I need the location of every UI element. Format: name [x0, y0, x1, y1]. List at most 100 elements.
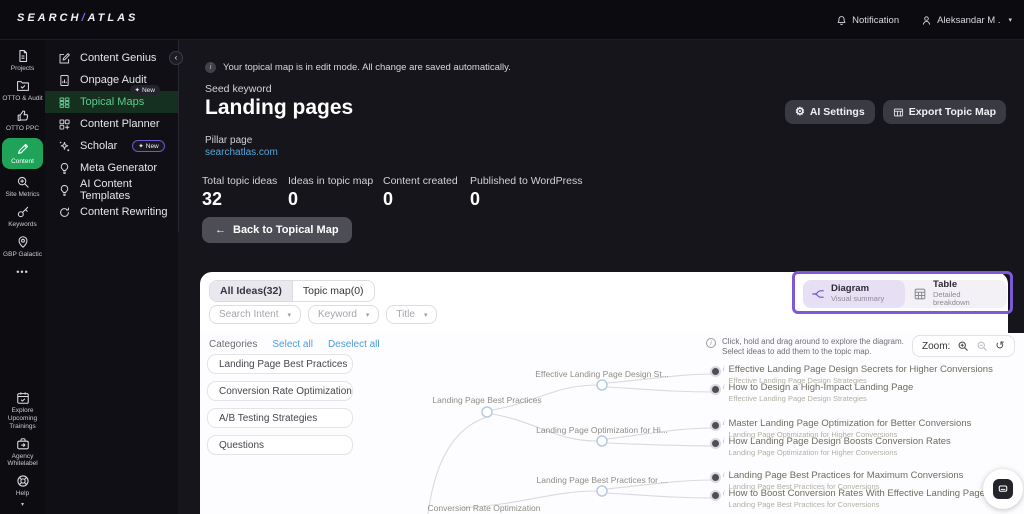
idea-bullet[interactable]	[712, 368, 719, 375]
idea-row[interactable]: i How to Boost Conversion Rates With Eff…	[712, 489, 990, 509]
sidebar-item-label: Content Planner	[80, 118, 160, 130]
sidebar-item-content-genius[interactable]: Content Genius	[45, 47, 178, 69]
stat-label: Content created	[383, 175, 458, 187]
tree-node-label[interactable]: Landing Page Best Practices	[432, 395, 541, 405]
stat-content-created: Content created 0	[383, 175, 458, 210]
idea-bullet[interactable]	[712, 440, 719, 447]
idea-bullet[interactable]	[712, 422, 719, 429]
sidebar-item-meta-generator[interactable]: Meta Generator	[45, 157, 178, 179]
lightbulb-icon	[58, 162, 71, 175]
tree-node-label[interactable]: Effective Landing Page Design St...	[535, 369, 669, 379]
ideas-tab-bar: All Ideas(32) Topic map(0)	[209, 280, 375, 302]
idea-bullet[interactable]	[712, 474, 719, 481]
sidebar-item-label: Content Genius	[80, 52, 156, 64]
pencil-icon	[16, 142, 30, 156]
chevron-down-icon: ▾	[21, 501, 24, 508]
sidebar-item-content-rewriting[interactable]: Content Rewriting	[45, 201, 178, 223]
brand-left: SEARCH	[17, 12, 81, 24]
title-filter[interactable]: Title ▾	[386, 305, 437, 324]
tree-node-label[interactable]: Landing Page Best Practices for ...	[537, 475, 668, 485]
sidebar-item-topical-maps[interactable]: Topical Maps ✦New	[45, 91, 178, 113]
doc-chart-icon	[58, 74, 71, 87]
toggle-table[interactable]: Table Detailed breakdown	[905, 280, 1007, 308]
rail-item-help[interactable]: Help ▾	[2, 474, 43, 508]
sidebar-item-label: Scholar	[80, 140, 117, 152]
sidebar-item-content-planner[interactable]: Content Planner	[45, 113, 178, 135]
secondary-sidebar: Content Genius Onpage Audit Topical Maps…	[45, 40, 178, 514]
chevron-left-icon: ‹	[175, 53, 178, 62]
filter-label: Keyword	[318, 309, 357, 320]
tree-node-label[interactable]: Conversion Rate Optimization	[428, 503, 541, 513]
table-icon	[893, 107, 904, 118]
chevron-down-icon: ▾	[366, 311, 370, 319]
back-to-topical-map-button[interactable]: ← Back to Topical Map	[202, 217, 352, 243]
tab-topic-map[interactable]: Topic map(0)	[292, 281, 374, 301]
rail-item-gbp-galactic[interactable]: GBP Galactic	[2, 235, 43, 259]
user-icon	[921, 15, 932, 26]
info-icon: i	[723, 490, 724, 497]
tree-node-label[interactable]: Landing Page Optimization for Hi...	[536, 425, 668, 435]
sidebar-collapse-button[interactable]: ‹	[169, 51, 183, 65]
rail-label: Content	[11, 158, 34, 166]
rail-item-content[interactable]: Content	[2, 138, 43, 169]
rail-item-agency-whitelabel[interactable]: Agency Whitelabel	[2, 437, 43, 469]
brand-right: ATLAS	[88, 12, 139, 24]
stat-ideas-in-topic-map: Ideas in topic map 0	[288, 175, 373, 210]
rail-item-explore-trainings[interactable]: Explore Upcoming Trainings	[2, 391, 43, 430]
sidebar-item-label: AI Content Templates	[80, 178, 178, 202]
rail-label: Site Metrics	[6, 191, 40, 199]
rail-overflow-button[interactable]: •••	[16, 267, 28, 277]
tree-node-circle[interactable]	[597, 486, 607, 496]
rail-label: Help	[16, 490, 29, 498]
calendar-check-icon	[16, 391, 30, 405]
rail-item-projects[interactable]: Projects	[2, 49, 43, 73]
diagram-section[interactable]: Categories Select all Deselect all Landi…	[200, 333, 1024, 514]
info-icon: i	[723, 420, 724, 427]
search-intent-filter[interactable]: Search Intent ▾	[209, 305, 301, 324]
lightbulb-icon	[58, 184, 71, 197]
new-badge-label: New	[142, 87, 155, 94]
rail-item-site-metrics[interactable]: Site Metrics	[2, 175, 43, 199]
icon-rail: Projects OTTO & Audit OTTO PPC Content S…	[0, 40, 45, 514]
user-name: Aleksandar M .	[937, 15, 1000, 26]
top-bar: SEARCH/ATLAS Notification Aleksandar M .…	[0, 0, 1024, 40]
keyword-filter[interactable]: Keyword ▾	[308, 305, 379, 324]
brand-logo: SEARCH/ATLAS	[17, 12, 138, 24]
rail-item-otto-ppc[interactable]: OTTO PPC	[2, 109, 43, 133]
rail-item-otto-audit[interactable]: OTTO & Audit	[2, 79, 43, 103]
sidebar-item-label: Content Rewriting	[80, 206, 167, 218]
export-topic-map-button[interactable]: Export Topic Map	[883, 100, 1006, 124]
view-toggle: Diagram Visual summary Table Detailed br…	[803, 280, 1007, 308]
rail-label: Agency Whitelabel	[2, 453, 43, 469]
ai-settings-button[interactable]: ⚙ AI Settings	[785, 100, 875, 124]
star-icon: ✦	[138, 142, 143, 150]
user-menu[interactable]: Aleksandar M . ▾	[921, 15, 1012, 26]
tree-node-circle[interactable]	[597, 436, 607, 446]
sidebar-item-ai-content-templates[interactable]: AI Content Templates	[45, 179, 178, 201]
toggle-diagram[interactable]: Diagram Visual summary	[803, 280, 905, 308]
bell-icon	[836, 15, 847, 26]
edit-square-icon	[58, 52, 71, 65]
grid-icon	[58, 96, 71, 109]
idea-row[interactable]: i How to Design a High-Impact Landing Pa…	[712, 383, 913, 403]
tree-node-circle[interactable]	[482, 407, 492, 417]
tab-all-ideas[interactable]: All Ideas(32)	[210, 281, 292, 301]
tree-node-circle[interactable]	[597, 380, 607, 390]
idea-bullet[interactable]	[712, 492, 719, 499]
stat-total-topic-ideas: Total topic ideas 32	[202, 175, 277, 210]
folder-check-icon	[16, 79, 30, 93]
stat-value: 0	[288, 189, 373, 210]
rail-item-keywords[interactable]: Keywords	[2, 205, 43, 229]
sidebar-item-label: Meta Generator	[80, 162, 157, 174]
chat-widget-button[interactable]	[983, 469, 1023, 509]
idea-bullet[interactable]	[712, 386, 719, 393]
dots-icon: •••	[16, 267, 28, 277]
pillar-page-link[interactable]: searchatlas.com	[205, 147, 278, 158]
sidebar-item-scholar[interactable]: Scholar ✦New	[45, 135, 178, 157]
thumbs-up-icon	[16, 109, 30, 123]
rail-label: OTTO PPC	[6, 125, 39, 133]
sidebar-divider	[178, 40, 179, 232]
chevron-down-icon: ▾	[287, 311, 291, 319]
notification-button[interactable]: Notification	[836, 15, 899, 26]
idea-row[interactable]: i How Landing Page Design Boosts Convers…	[712, 437, 951, 457]
